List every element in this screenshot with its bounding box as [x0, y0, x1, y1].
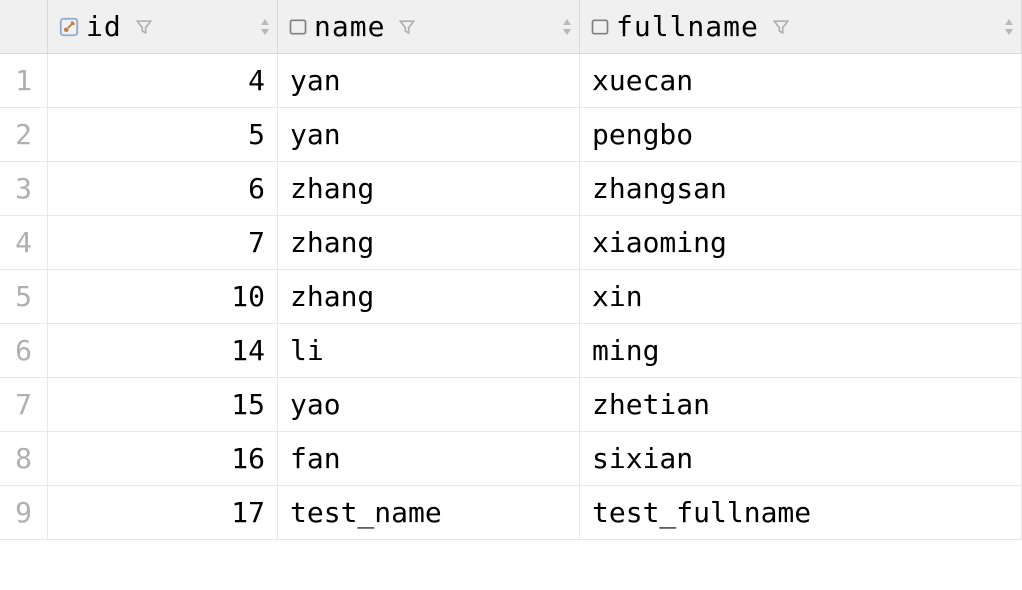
row-number[interactable]: 4	[0, 216, 48, 270]
column-label: id	[86, 10, 122, 43]
cell-id[interactable]: 15	[48, 378, 278, 432]
cell-name[interactable]: yao	[278, 378, 580, 432]
cell-id[interactable]: 4	[48, 54, 278, 108]
key-column-icon	[58, 16, 80, 38]
cell-id[interactable]: 6	[48, 162, 278, 216]
column-label: fullname	[616, 10, 759, 43]
cell-id[interactable]: 17	[48, 486, 278, 540]
column-header-fullname[interactable]: fullname	[580, 0, 1022, 54]
cell-fullname[interactable]: xuecan	[580, 54, 1022, 108]
sort-icon[interactable]	[259, 18, 271, 36]
cell-name[interactable]: test_name	[278, 486, 580, 540]
filter-icon[interactable]	[134, 17, 154, 37]
cell-name[interactable]: zhang	[278, 270, 580, 324]
cell-fullname[interactable]: zhetian	[580, 378, 1022, 432]
sort-icon[interactable]	[561, 18, 573, 36]
filter-icon[interactable]	[771, 17, 791, 37]
sort-icon[interactable]	[1003, 18, 1015, 36]
row-number[interactable]: 9	[0, 486, 48, 540]
cell-name[interactable]: li	[278, 324, 580, 378]
cell-name[interactable]: zhang	[278, 216, 580, 270]
text-column-icon	[590, 17, 610, 37]
row-number[interactable]: 8	[0, 432, 48, 486]
filter-icon[interactable]	[397, 17, 417, 37]
cell-name[interactable]: yan	[278, 108, 580, 162]
cell-id[interactable]: 10	[48, 270, 278, 324]
cell-name[interactable]: fan	[278, 432, 580, 486]
cell-id[interactable]: 14	[48, 324, 278, 378]
header-corner	[0, 0, 48, 54]
cell-fullname[interactable]: sixian	[580, 432, 1022, 486]
cell-fullname[interactable]: ming	[580, 324, 1022, 378]
row-number[interactable]: 3	[0, 162, 48, 216]
cell-fullname[interactable]: xiaoming	[580, 216, 1022, 270]
row-number[interactable]: 2	[0, 108, 48, 162]
cell-name[interactable]: yan	[278, 54, 580, 108]
column-label: name	[314, 10, 385, 43]
cell-fullname[interactable]: pengbo	[580, 108, 1022, 162]
cell-id[interactable]: 16	[48, 432, 278, 486]
row-number[interactable]: 5	[0, 270, 48, 324]
row-number[interactable]: 7	[0, 378, 48, 432]
cell-fullname[interactable]: test_fullname	[580, 486, 1022, 540]
cell-fullname[interactable]: xin	[580, 270, 1022, 324]
cell-name[interactable]: zhang	[278, 162, 580, 216]
column-header-name[interactable]: name	[278, 0, 580, 54]
cell-id[interactable]: 7	[48, 216, 278, 270]
column-header-id[interactable]: id	[48, 0, 278, 54]
row-number[interactable]: 1	[0, 54, 48, 108]
text-column-icon	[288, 17, 308, 37]
data-grid: id name	[0, 0, 1022, 540]
cell-fullname[interactable]: zhangsan	[580, 162, 1022, 216]
row-number[interactable]: 6	[0, 324, 48, 378]
cell-id[interactable]: 5	[48, 108, 278, 162]
